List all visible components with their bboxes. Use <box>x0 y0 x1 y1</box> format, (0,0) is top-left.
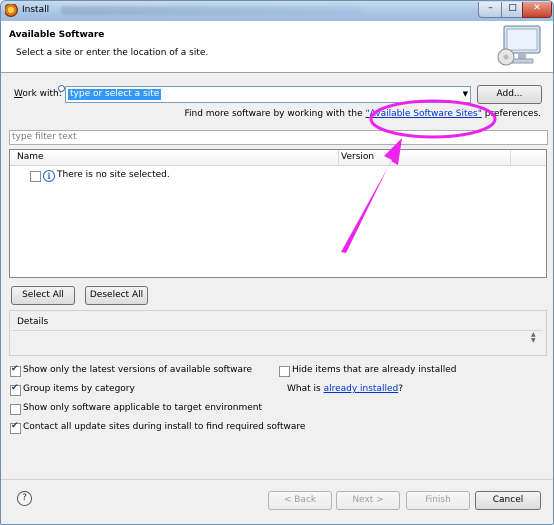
minimize-icon: – <box>488 3 493 13</box>
dropdown-arrow-icon[interactable]: ▼ <box>463 90 468 98</box>
column-separator <box>510 150 511 165</box>
help-icon[interactable]: ? <box>17 491 32 506</box>
work-with-label: Work with: <box>14 89 62 99</box>
already-installed-link[interactable]: already installed <box>324 384 399 394</box>
what-is-installed-text: What is already installed? <box>287 384 404 394</box>
wizard-header: Available Software Select a site or ente… <box>1 21 553 73</box>
details-scroll-arrows[interactable]: ▲ ▼ <box>531 332 536 344</box>
filter-input[interactable]: type filter text <box>9 130 548 145</box>
work-with-combo[interactable]: type or select a site ▼ <box>65 86 471 103</box>
next-button[interactable]: Next > <box>336 491 400 510</box>
info-icon: i <box>43 170 55 182</box>
contact-all-sites-label: Contact all update sites during install … <box>23 422 306 432</box>
column-version[interactable]: Version <box>341 152 374 162</box>
close-button[interactable]: ✕ <box>522 2 552 18</box>
software-tree[interactable]: Name Version i There is no site selected… <box>9 149 547 278</box>
latest-versions-label: Show only the latest versions of availab… <box>23 365 253 375</box>
latest-versions-checkbox[interactable] <box>10 364 21 377</box>
blurred-title-text <box>61 6 361 15</box>
available-software-sites-link[interactable]: "Available Software Sites" <box>366 109 482 119</box>
column-name[interactable]: Name <box>17 152 44 162</box>
maximize-icon: □ <box>508 3 517 13</box>
hide-installed-checkbox[interactable] <box>279 366 290 377</box>
back-button[interactable]: < Back <box>268 491 332 510</box>
title-bar[interactable]: Install – □ ✕ <box>1 1 553 21</box>
row-checkbox[interactable] <box>30 171 41 182</box>
cancel-button[interactable]: Cancel <box>475 491 541 510</box>
applicable-only-label: Show only software applicable to target … <box>23 403 263 413</box>
maximize-button[interactable]: □ <box>501 2 524 18</box>
add-site-button[interactable]: Add... <box>477 85 542 104</box>
details-text[interactable] <box>11 330 542 353</box>
work-with-value: type or select a site <box>68 89 162 100</box>
content-assist-icon <box>58 85 65 92</box>
finish-button[interactable]: Finish <box>406 491 470 510</box>
minimize-button[interactable]: – <box>478 2 503 18</box>
deselect-all-button[interactable]: Deselect All <box>85 286 148 305</box>
select-all-button[interactable]: Select All <box>11 286 75 305</box>
install-monitor-icon <box>497 25 541 66</box>
footer-divider <box>1 479 553 480</box>
close-icon: ✕ <box>533 3 541 13</box>
window-title: Install <box>22 5 50 15</box>
group-by-category-label: Group items by category <box>23 384 135 394</box>
row-label: There is no site selected. <box>57 170 170 180</box>
install-dialog: Install – □ ✕ Available Software Select … <box>0 0 554 525</box>
eclipse-app-icon <box>5 4 18 17</box>
contact-all-sites-checkbox[interactable] <box>10 421 21 434</box>
hide-installed-label: Hide items that are already installed <box>292 365 457 375</box>
details-label: Details <box>17 317 49 327</box>
find-more-text: Find more software by working with the "… <box>184 109 541 119</box>
column-separator <box>338 150 339 165</box>
page-title: Available Software <box>9 30 105 40</box>
page-description: Select a site or enter the location of a… <box>16 48 209 58</box>
group-by-category-checkbox[interactable] <box>10 383 21 396</box>
applicable-only-checkbox[interactable] <box>10 404 21 415</box>
tree-header: Name Version <box>10 150 546 166</box>
